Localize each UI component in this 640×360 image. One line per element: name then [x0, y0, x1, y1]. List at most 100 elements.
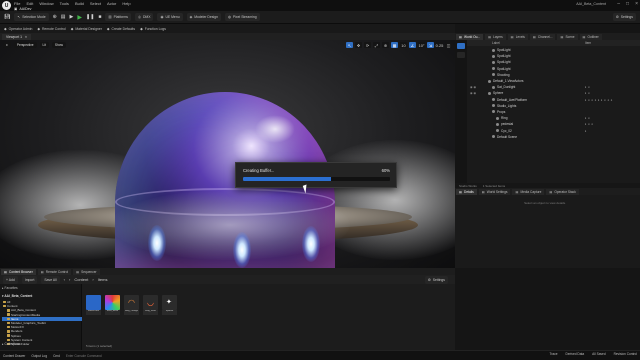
tab-sequencer[interactable]: ▤ Sequencer: [73, 268, 100, 275]
rotation-snap-icon[interactable]: ∠: [409, 42, 416, 48]
function-logs-button[interactable]: ◆ Function Logs: [140, 27, 166, 31]
save-icon[interactable]: 💾︎: [4, 14, 10, 20]
menu-build[interactable]: Build: [75, 1, 84, 6]
row-tools[interactable]: ◐ ◐ ◐ ◐ ◐ ◐ ◐ ◐ ◐: [585, 98, 613, 102]
maximize-viewport-icon[interactable]: ◫: [445, 42, 452, 48]
view-options-icon[interactable]: [457, 52, 465, 58]
outliner-row[interactable]: Default Scene: [467, 134, 640, 140]
content-settings-button[interactable]: ⚙ Settings: [424, 276, 448, 284]
cinematics-icon[interactable]: ▶︎: [70, 14, 74, 20]
scale-icon[interactable]: ⤢: [373, 42, 380, 48]
trace-button[interactable]: Trace: [550, 352, 558, 356]
import-button[interactable]: Import: [21, 275, 38, 284]
breadcrumb-content[interactable]: Content: [74, 277, 88, 282]
back-icon[interactable]: ‹: [64, 277, 65, 282]
ue-menu-button[interactable]: ◉ UE Menu: [157, 13, 183, 21]
viewport-options-button[interactable]: ≡: [3, 42, 11, 48]
tab-operator-stack[interactable]: ▤ Operator Stack: [546, 188, 579, 195]
select-mode-icon[interactable]: ↖: [346, 42, 353, 48]
breadcrumb-items[interactable]: Items: [98, 277, 108, 282]
all-saved-button[interactable]: All Saved: [592, 352, 605, 356]
perspective-button[interactable]: Perspective: [13, 42, 37, 48]
asset-thumbnail[interactable]: ✦: [162, 295, 177, 310]
asset-thumbnail[interactable]: [86, 295, 101, 310]
tab-scene[interactable]: ▤ Scene: [557, 33, 578, 40]
visibility-eye-icon[interactable]: ◉ ◉: [470, 91, 476, 95]
add-button[interactable]: + Add: [3, 275, 18, 284]
cmd-dropdown[interactable]: Cmd: [53, 354, 60, 358]
tab-media-capture[interactable]: ▤ Media Capture: [512, 188, 545, 195]
collections-section[interactable]: ▸ Collections: [2, 342, 20, 346]
menu-tools[interactable]: Tools: [60, 1, 69, 6]
lit-button[interactable]: Lit: [39, 42, 49, 48]
console-input[interactable]: Enter Console Command: [66, 354, 102, 358]
level-viewport[interactable]: ≡ Perspective Lit Show ↖ ✥ ⟳ ⤢ ⊕ ▦ 10 ∠ …: [0, 40, 455, 268]
dmx-button[interactable]: ◎ DMX: [134, 13, 154, 21]
pause-icon[interactable]: ❚❚: [86, 14, 94, 20]
create-defaults-button[interactable]: ◆ Create Defaults: [107, 27, 135, 31]
world-local-icon[interactable]: ⊕: [382, 42, 389, 48]
menu-select[interactable]: Select: [90, 1, 101, 6]
row-tools[interactable]: ◐: [585, 129, 587, 133]
tab-remote-control[interactable]: ▤ Remote Control: [37, 268, 72, 275]
derived-data-button[interactable]: Derived Data: [566, 352, 585, 356]
output-log-button[interactable]: Output Log: [31, 354, 47, 358]
forward-icon[interactable]: ›: [69, 277, 70, 282]
unreal-logo-icon[interactable]: U: [2, 1, 11, 10]
minimize-icon[interactable]: –: [617, 1, 620, 7]
platforms-button[interactable]: ▥ Platforms: [105, 13, 131, 21]
pixel-streaming-button[interactable]: ◍ Pixel Streaming: [224, 13, 260, 21]
row-tools[interactable]: ◐ ◐: [585, 85, 590, 89]
tab-label: Media Capture: [520, 189, 542, 194]
remote-control-label: Remote Control: [41, 26, 66, 31]
tab-world-outliner[interactable]: ▤ World Ou...: [456, 33, 484, 40]
stop-icon[interactable]: ■: [98, 14, 101, 20]
filter-icon[interactable]: [457, 43, 465, 49]
tab-levels[interactable]: ▤ Levels: [507, 33, 528, 40]
maximize-icon[interactable]: □: [626, 1, 629, 7]
tab-content-browser[interactable]: ▤ Content Browser: [1, 268, 36, 275]
rotate-icon[interactable]: ⟳: [364, 42, 371, 48]
close-icon[interactable]: ×: [635, 1, 638, 7]
menu-help[interactable]: Help: [122, 1, 130, 6]
remote-control-button[interactable]: ◆ Remote Control: [37, 27, 65, 31]
add-actor-icon[interactable]: ⊕: [53, 14, 57, 20]
grid-snap-icon[interactable]: ▦: [391, 42, 398, 48]
row-tools[interactable]: ◐ ◐: [585, 116, 590, 120]
revision-control-button[interactable]: Revision Control: [614, 352, 637, 356]
tab-ootliner[interactable]: ▤ Ootliner: [579, 33, 602, 40]
grid-size-value[interactable]: 10: [400, 42, 407, 48]
asset-thumbnail[interactable]: ◠: [124, 295, 139, 310]
asset-thumbnail[interactable]: [105, 295, 120, 310]
settings-button[interactable]: ⚙ Settings: [612, 13, 636, 21]
close-tab-icon[interactable]: ×: [25, 35, 27, 39]
material-designer-button[interactable]: ◆ Material Designer: [71, 27, 102, 31]
tab-channel[interactable]: ▤ Channel...: [529, 33, 556, 40]
scale-size-value[interactable]: 0.25: [436, 42, 443, 48]
translate-icon[interactable]: ✥: [355, 42, 362, 48]
tab-layers[interactable]: ▤ Layers: [485, 33, 506, 40]
asset-thumbnail[interactable]: ◡: [143, 295, 158, 310]
operator-admin-button[interactable]: ◆ Operator Admin: [4, 27, 32, 31]
selection-mode-button[interactable]: ↖ Selection Mode: [14, 13, 49, 21]
project-section[interactable]: ▾ AAI_Beta_Content: [2, 294, 32, 298]
row-tools[interactable]: ◐ ◐: [585, 91, 590, 95]
tab-details[interactable]: ▤ Details: [456, 188, 477, 195]
play-icon[interactable]: ▶: [77, 14, 82, 21]
actor-icon: [496, 129, 499, 133]
rotation-size-value[interactable]: 10°: [418, 42, 425, 48]
modeler-design-button[interactable]: ◈ Modeler Design: [186, 13, 221, 21]
column-type[interactable]: Item: [585, 41, 591, 45]
menu-window[interactable]: Window: [39, 1, 53, 6]
favorites-section[interactable]: ▸ Favorites: [2, 286, 18, 290]
save-all-button[interactable]: Save All: [41, 275, 60, 284]
show-button[interactable]: Show: [51, 42, 66, 48]
content-drawer-button[interactable]: Content Drawer: [3, 354, 25, 358]
scale-snap-icon[interactable]: ⇲: [427, 42, 434, 48]
row-tools[interactable]: ◐ ◐ ◐: [585, 122, 594, 126]
blueprint-icon[interactable]: ▤: [61, 14, 66, 20]
visibility-eye-icon[interactable]: ◉ ◉: [470, 85, 476, 89]
menu-actor[interactable]: Actor: [107, 1, 116, 6]
tab-world-settings[interactable]: ▤ World Settings: [478, 188, 511, 195]
column-label[interactable]: Label: [492, 41, 500, 45]
